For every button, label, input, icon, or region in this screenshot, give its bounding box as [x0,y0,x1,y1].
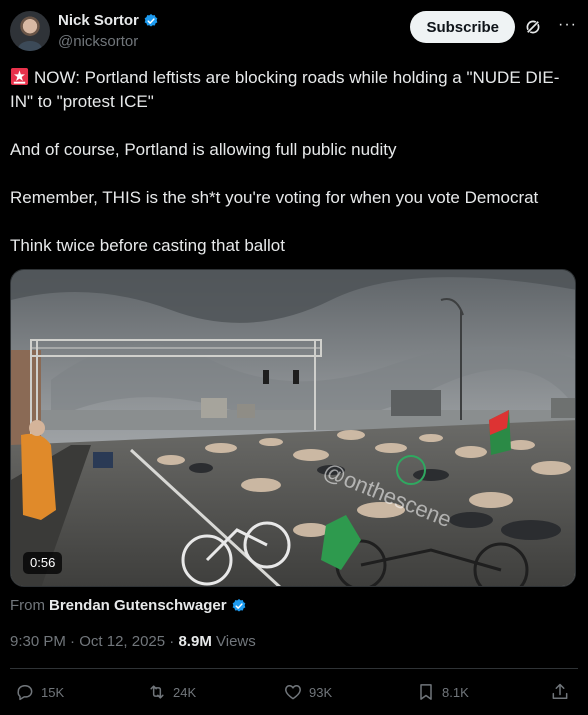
reply-icon [17,685,33,701]
post-header: Nick Sortor @nicksortor Subscribe ··· [10,10,580,54]
repost-icon [150,685,164,699]
divider [10,668,578,669]
share-icon [552,683,568,699]
post-line-2: And of course, Portland is allowing full… [10,140,397,159]
reply-button[interactable]: 15K [15,680,64,704]
author-name-link[interactable]: Nick Sortor [58,12,159,29]
more-options-icon[interactable]: ··· [558,16,576,34]
from-user-link[interactable]: Brendan Gutenschwager [49,597,227,614]
author-handle[interactable]: @nicksortor [58,33,159,50]
siren-emoji-icon [10,67,29,86]
repost-button[interactable]: 24K [147,680,196,704]
share-button[interactable] [550,680,570,704]
like-count: 93K [309,684,333,700]
post-line-4: Think twice before casting that ballot [10,236,285,255]
verified-badge-icon [232,598,245,612]
like-button[interactable]: 93K [283,680,332,704]
post-metadata: 9:30 PM · Oct 12, 2025 · 8.9M Views [10,633,256,650]
avatar[interactable] [10,11,50,51]
bookmark-count: 8.1K [442,684,469,700]
bookmark-icon [420,684,432,700]
action-bar: 15K 24K 93K 8.1K [10,680,578,706]
subscribe-button[interactable]: Subscribe [410,11,515,43]
views-label: Views [216,633,256,650]
video-frame [11,270,575,586]
post-line-1-text: NOW: Portland leftists are blocking road… [10,68,560,111]
display-name[interactable]: Nick Sortor [58,12,139,29]
video-player[interactable]: @onthescene 0:56 [10,269,576,587]
bookmark-button[interactable]: 8.1K [416,680,469,704]
from-label: From [10,597,45,614]
repost-count: 24K [173,684,197,700]
post-time[interactable]: 9:30 PM [10,633,66,650]
heart-icon [285,685,301,700]
grok-icon[interactable] [524,18,542,36]
post-date[interactable]: Oct 12, 2025 [79,633,165,650]
post-line-3: Remember, THIS is the sh*t you're voting… [10,188,539,207]
media-attribution: From Brendan Gutenschwager [10,597,247,614]
verified-badge-icon [144,13,158,27]
separator: · [70,633,80,650]
post-line-1: NOW: Portland leftists are blocking road… [10,66,578,114]
views-count: 8.9M [178,633,212,650]
reply-count: 15K [41,684,65,700]
video-duration-badge: 0:56 [23,552,63,574]
author-block: Nick Sortor @nicksortor [58,12,159,50]
post-text: NOW: Portland leftists are blocking road… [10,66,578,258]
